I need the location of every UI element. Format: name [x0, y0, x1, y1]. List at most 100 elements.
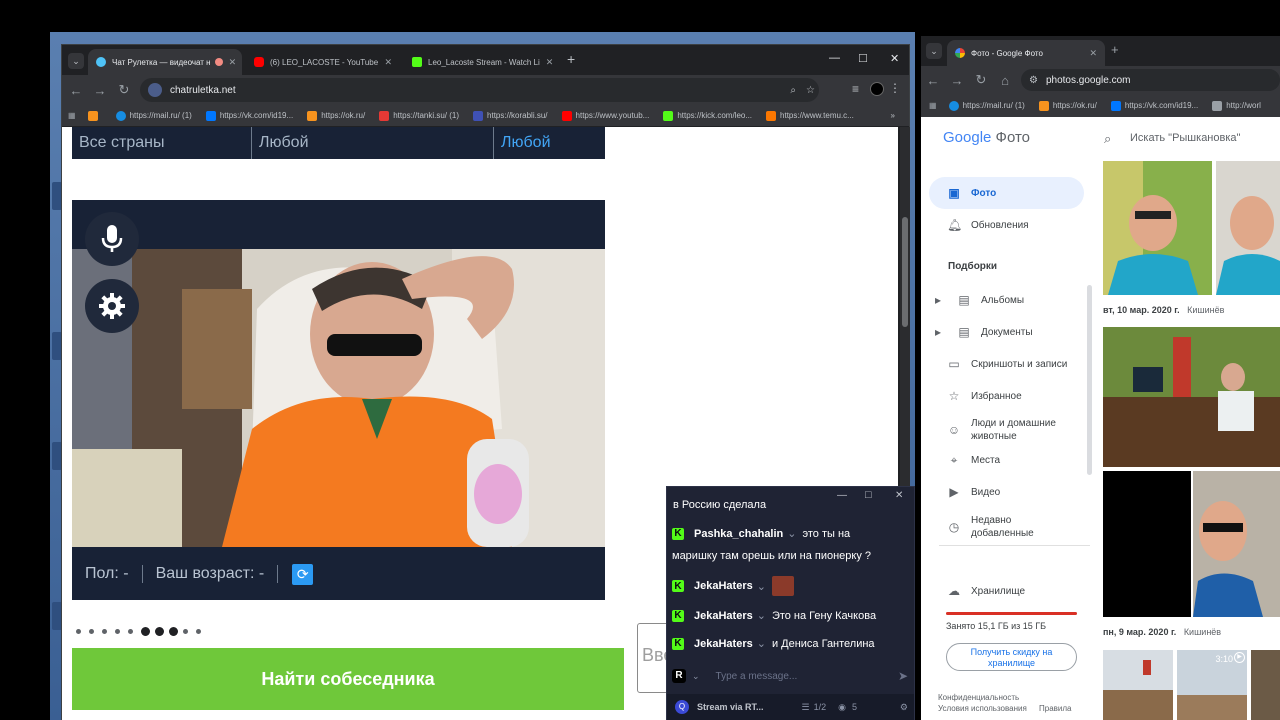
username[interactable]: JekaHaters [694, 638, 753, 650]
storage-discount-button[interactable]: Получить скидку на хранилище [946, 643, 1077, 671]
send-icon[interactable]: ➤ [898, 669, 908, 683]
microphone-button[interactable] [85, 212, 139, 266]
nav-photos[interactable]: ▣ Фото [929, 177, 1084, 209]
country-filter[interactable]: Все страны [72, 127, 252, 159]
new-tab-button[interactable]: + [567, 51, 575, 67]
media-controls-icon[interactable]: ≡ [852, 82, 859, 96]
nav-places[interactable]: ⌖ Места [929, 444, 1084, 476]
rules-link[interactable]: Правила [1039, 704, 1071, 713]
zoom-icon[interactable]: ⌕ [790, 85, 796, 96]
bookmark-korabli[interactable]: https://korabli.su/ [473, 110, 548, 121]
chat-message-input[interactable]: Type a message... [716, 671, 798, 682]
nav-updates[interactable]: 🔔︎ Обновления [929, 209, 1084, 241]
photo-thumbnail[interactable] [1251, 650, 1280, 720]
gender-filter[interactable]: Любой [252, 127, 494, 159]
chat-list-icon[interactable]: ☰ [802, 702, 810, 713]
new-tab-button[interactable]: + [1111, 42, 1119, 57]
minimize-button[interactable]: — [829, 52, 840, 64]
minimize-button[interactable]: — [837, 490, 847, 501]
back-icon[interactable]: ← [921, 73, 945, 88]
tab-search-button[interactable]: ⌄ [926, 43, 942, 59]
chevron-down-icon[interactable]: ⌄ [692, 671, 700, 682]
tab-search-button[interactable]: ⌄ [68, 53, 84, 69]
tab-youtube[interactable]: (6) LEO_LACOSTE - YouTube ✕ [246, 49, 400, 75]
username[interactable]: JekaHaters [694, 610, 753, 622]
bookmark-kick[interactable]: https://kick.com/leo... [663, 110, 752, 121]
find-partner-button[interactable]: Найти собеседника [72, 648, 624, 710]
nav-favorites[interactable]: ☆ Избранное [929, 380, 1084, 412]
forward-icon[interactable]: → [88, 83, 112, 98]
chat-message: K JekaHaters ⌄ и Дениса Гантелина [672, 637, 910, 650]
bookmark-mailru[interactable]: https://mail.ru/ (1) [115, 110, 192, 121]
close-window-button[interactable]: ✕ [890, 52, 899, 65]
address-bar[interactable]: ⚙ photos.google.com [1021, 69, 1280, 91]
nav-albums[interactable]: ▸ ▤ Альбомы [929, 284, 1084, 316]
terms-link[interactable]: Условия использования [938, 704, 1027, 713]
bookmarks-more-button[interactable]: » [891, 111, 895, 120]
address-bar[interactable]: chatruletka.net ⌕ ☆ [140, 78, 819, 102]
google-photos-logo[interactable]: Google Фото [943, 129, 1030, 146]
nav-screenshots[interactable]: ▭ Скриншоты и записи [929, 348, 1084, 380]
bookmark-tanki[interactable]: https://tanki.su/ (1) [379, 110, 459, 121]
privacy-link[interactable]: Конфиденциальность [938, 693, 1019, 702]
apps-grid-icon[interactable]: ▦ [68, 111, 76, 120]
bookmark-vk[interactable]: https://vk.com/id19... [1110, 100, 1198, 111]
settings-button[interactable] [85, 279, 139, 333]
nav-recent[interactable]: ◷ Недавно добавленные [929, 509, 1084, 545]
bookmark-vk[interactable]: https://vk.com/id19... [205, 110, 293, 121]
bookmark-youtube[interactable]: https://www.youtub... [561, 110, 649, 121]
nav-video[interactable]: ▶ Видео [929, 476, 1084, 508]
photo-thumbnail[interactable] [1103, 471, 1191, 617]
menu-icon[interactable]: ⋮ [889, 81, 901, 95]
close-tab-icon[interactable]: ✕ [540, 57, 554, 68]
close-button[interactable]: ✕ [895, 490, 903, 501]
rt-badge-icon[interactable]: R [672, 669, 686, 683]
chevron-down-icon[interactable]: ⌄ [757, 580, 766, 593]
refresh-icon[interactable]: ⟳ [292, 563, 314, 585]
bookmark-star-icon[interactable]: ☆ [806, 85, 815, 96]
close-tab-icon[interactable]: ✕ [223, 57, 237, 68]
maximize-button[interactable]: □ [865, 489, 872, 501]
close-tab-icon[interactable]: ✕ [1083, 48, 1097, 59]
reload-icon[interactable]: ↻ [969, 72, 993, 88]
partner-gender-filter[interactable]: Любой [494, 127, 551, 159]
username[interactable]: JekaHaters [694, 580, 753, 592]
video-thumbnail[interactable]: 3:10 ▶ [1177, 650, 1247, 720]
tab-kick[interactable]: Leo_Lacoste Stream - Watch Li ✕ [404, 49, 558, 75]
tab-google-photos[interactable]: Фото - Google Фото ✕ [947, 40, 1105, 66]
reload-icon[interactable]: ↻ [112, 82, 136, 98]
chevron-down-icon[interactable]: ⌄ [787, 527, 796, 540]
bookmark-world[interactable]: http://worl [1212, 100, 1261, 111]
bookmark-mailru[interactable]: https://mail.ru/ (1) [948, 100, 1025, 111]
tab-chatruletka[interactable]: Чат Рулетка — видеочат н ✕ [88, 49, 242, 75]
bookmark-okru[interactable]: https://ok.ru/ [1038, 100, 1097, 111]
nav-storage[interactable]: ☁ Хранилище [929, 575, 1084, 607]
back-icon[interactable]: ← [64, 83, 88, 98]
photo-thumbnail[interactable] [1103, 327, 1280, 467]
site-info-icon[interactable]: ⚙ [1029, 75, 1038, 86]
username[interactable]: Pashka_chahalin [694, 528, 783, 540]
search-input[interactable]: Искать "Рышкановка" [1130, 132, 1240, 144]
chevron-down-icon[interactable]: ⌄ [757, 637, 766, 650]
maximize-button[interactable]: □ [859, 50, 867, 65]
chevron-down-icon[interactable]: ⌄ [757, 609, 766, 622]
gear-icon[interactable]: ⚙ [900, 702, 908, 713]
home-icon[interactable]: ⌂ [993, 73, 1017, 88]
nav-documents[interactable]: ▸ ▤ Документы [929, 316, 1084, 348]
nav-people[interactable]: ☺ Люди и домашние животные [929, 412, 1084, 448]
photo-thumbnail[interactable] [1216, 161, 1280, 295]
site-info-icon[interactable] [148, 83, 162, 97]
bookmark-okru[interactable]: https://ok.ru/ [307, 110, 365, 121]
sidebar-scrollbar[interactable] [1087, 285, 1092, 475]
photo-thumbnail[interactable] [1103, 161, 1212, 295]
search-icon[interactable]: ⌕ [1104, 131, 1111, 147]
bookmark-temu[interactable]: https://www.temu.c... [766, 110, 854, 121]
scrollbar-thumb[interactable] [902, 217, 908, 327]
apps-grid-icon[interactable]: ▦ [929, 101, 937, 110]
forward-icon[interactable]: → [945, 73, 969, 88]
profile-avatar[interactable] [870, 82, 884, 96]
photo-thumbnail[interactable] [1103, 650, 1173, 720]
close-tab-icon[interactable]: ✕ [378, 57, 392, 68]
photo-thumbnail[interactable] [1193, 471, 1280, 617]
bookmark-ok[interactable] [87, 110, 102, 121]
